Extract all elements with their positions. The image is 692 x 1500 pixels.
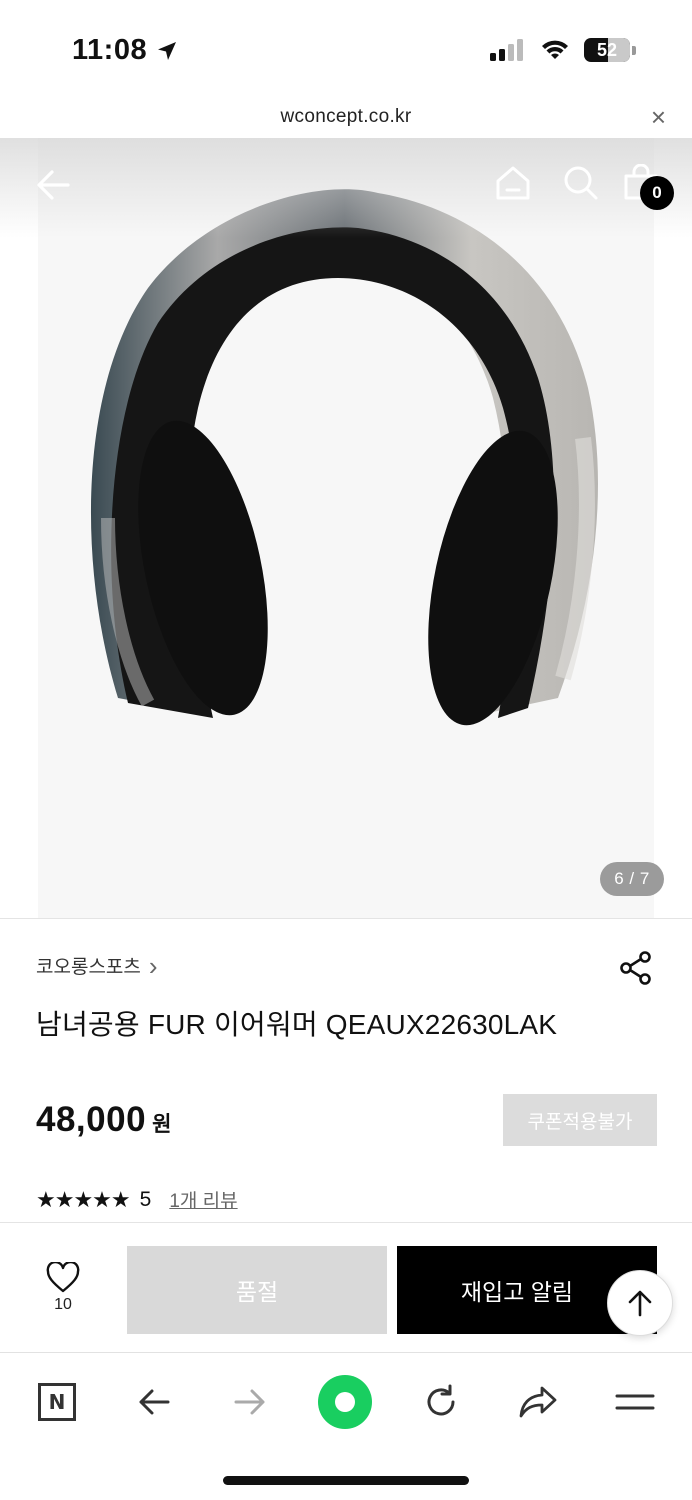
- search-icon[interactable]: [562, 164, 600, 207]
- hamburger-menu-icon: [615, 1394, 655, 1410]
- rating-row: ★★★★★ 5 1개 리뷰: [36, 1186, 238, 1213]
- star-rating-icon: ★★★★★: [36, 1186, 131, 1212]
- product-image: [38, 138, 654, 918]
- home-indicator[interactable]: [223, 1476, 469, 1485]
- clock-label: 11:08: [72, 34, 148, 66]
- chevron-right-icon: ›: [148, 950, 158, 981]
- gallery-page-indicator: 6 / 7: [600, 862, 664, 896]
- brand-link[interactable]: 코오롱스포츠 ›: [36, 952, 158, 979]
- product-title: 남녀공용 FUR 이어워머 QEAUX22630LAK: [36, 1009, 558, 1040]
- green-dot-icon: [318, 1375, 372, 1429]
- price-row: 48,000 원: [36, 1100, 171, 1140]
- status-time: 11:08: [72, 34, 179, 67]
- brand-name[interactable]: 코오롱스포츠: [36, 952, 141, 979]
- scroll-to-top-button[interactable]: [607, 1270, 673, 1336]
- heart-icon: [46, 1262, 80, 1293]
- arrow-right-icon: [234, 1389, 265, 1415]
- home-icon[interactable]: [494, 164, 532, 207]
- url-text[interactable]: wconcept.co.kr: [0, 106, 692, 128]
- cart-count-badge: 0: [640, 176, 674, 210]
- battery-level: 52: [596, 39, 618, 60]
- battery-icon: 52: [584, 38, 630, 62]
- currency-label: 원: [152, 1113, 172, 1136]
- naver-n-icon: N: [38, 1383, 76, 1421]
- close-icon[interactable]: ×: [651, 104, 666, 130]
- share-arrow-icon: [519, 1386, 557, 1418]
- rating-value: 5: [139, 1187, 152, 1211]
- soldout-button[interactable]: 품절: [127, 1246, 387, 1334]
- share-icon[interactable]: [618, 950, 654, 991]
- browser-back-button[interactable]: [127, 1375, 181, 1429]
- wish-count: 10: [54, 1296, 72, 1313]
- reload-icon: [427, 1384, 455, 1416]
- product-gallery[interactable]: [0, 138, 692, 918]
- browser-share-button[interactable]: [511, 1375, 565, 1429]
- coupon-button[interactable]: 쿠폰적용불가: [503, 1094, 657, 1146]
- url-bar[interactable]: wconcept.co.kr ×: [0, 96, 692, 138]
- product-price: 48,000: [36, 1100, 147, 1139]
- naver-green-dot-button[interactable]: [318, 1375, 372, 1429]
- menu-button[interactable]: [608, 1375, 662, 1429]
- wifi-icon: [542, 40, 568, 59]
- arrow-up-icon: [628, 1290, 652, 1317]
- battery-tip: [632, 45, 636, 55]
- status-bar: 11:08 52: [0, 0, 692, 96]
- reload-button[interactable]: [414, 1375, 468, 1429]
- location-arrow-icon: [158, 41, 177, 60]
- divider: [0, 918, 692, 919]
- wishlist-button[interactable]: 10: [40, 1262, 86, 1314]
- status-indicators: 52: [490, 38, 636, 62]
- back-icon[interactable]: [34, 166, 72, 209]
- browser-forward-button[interactable]: [223, 1375, 277, 1429]
- arrow-left-icon: [139, 1389, 170, 1415]
- ear-warmer-image: [90, 189, 598, 726]
- naver-home-button[interactable]: N: [30, 1375, 84, 1429]
- cellular-signal-icon: [490, 39, 523, 61]
- divider: [0, 1222, 692, 1223]
- review-link[interactable]: 1개 리뷰: [169, 1186, 237, 1213]
